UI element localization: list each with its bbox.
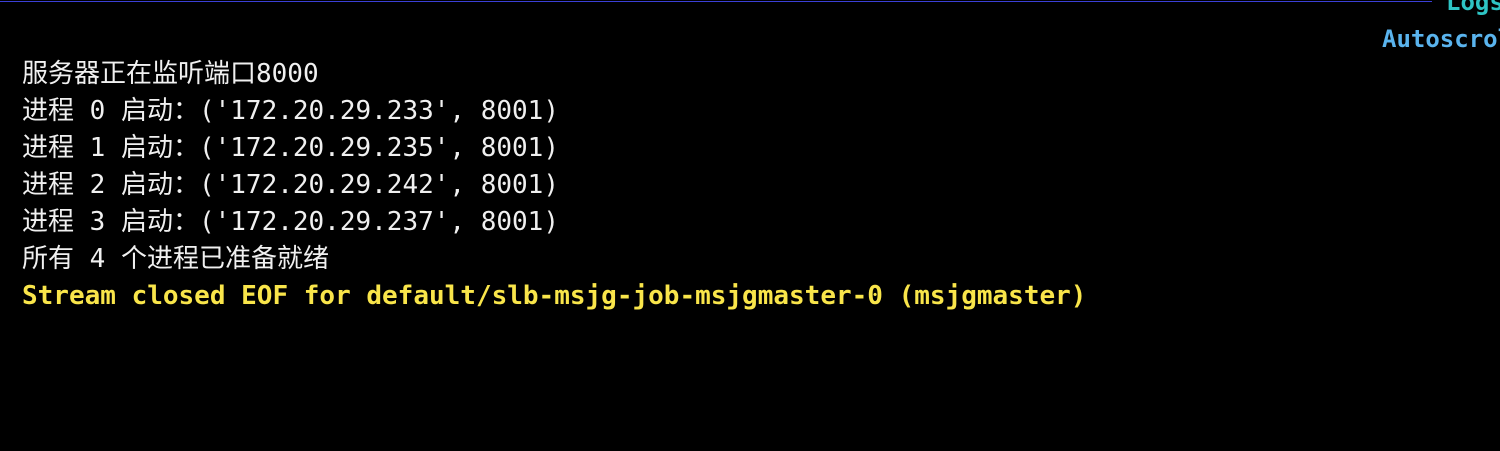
stream-closed-status: Stream closed EOF for default/slb-msjg-j… [22, 281, 1087, 311]
log-output: 服务器正在监听端口8000 进程 0 启动：('172.20.29.233', … [22, 56, 1500, 315]
log-line: 进程 1 启动：('172.20.29.235', 8001) [22, 133, 559, 163]
autoscroll-toggle[interactable]: Autoscroll [1382, 26, 1500, 52]
log-line: 进程 2 启动：('172.20.29.242', 8001) [22, 170, 559, 200]
header-divider [0, 1, 1432, 2]
log-line: 进程 3 启动：('172.20.29.237', 8001) [22, 207, 559, 237]
log-line: 服务器正在监听端口8000 [22, 59, 319, 89]
log-line: 所有 4 个进程已准备就绪 [22, 244, 329, 274]
log-line: 进程 0 启动：('172.20.29.233', 8001) [22, 96, 559, 126]
logs-title: Logs [1446, 0, 1500, 16]
